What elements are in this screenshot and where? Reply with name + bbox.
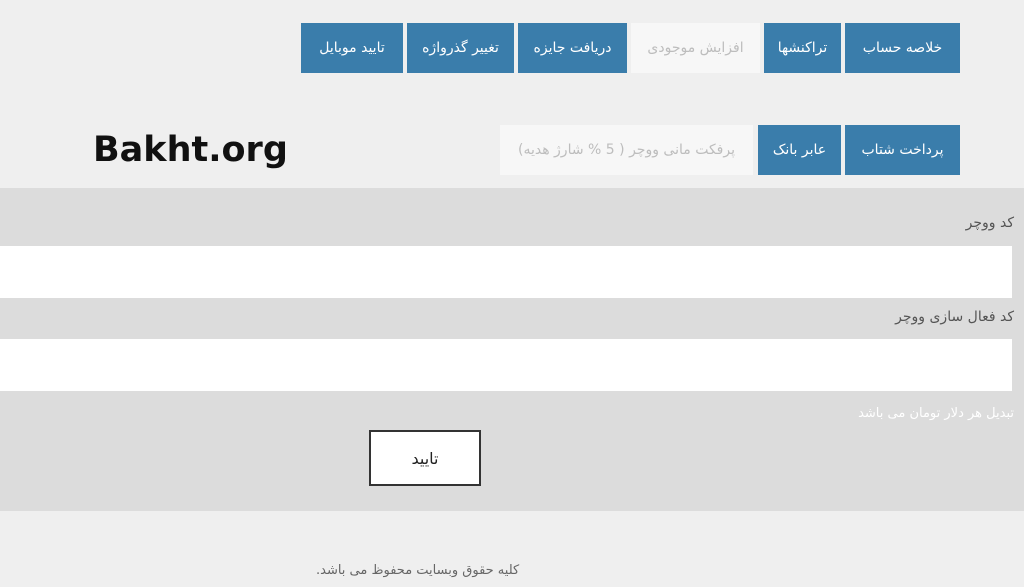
- tab-transactions[interactable]: تراکنشها: [764, 23, 841, 73]
- exchange-rate-note: تبدیل هر دلار تومان می باشد: [858, 406, 1014, 421]
- tab-get-prize[interactable]: دریافت جایزه: [518, 23, 627, 73]
- activation-code-input[interactable]: [0, 339, 1012, 391]
- site-logo: Bakht.org: [93, 130, 288, 170]
- tab-perfect-money-voucher[interactable]: پرفکت مانی ووچر ( 5 % شارژ هدیه): [500, 125, 753, 175]
- tab-verify-mobile[interactable]: تایید موبایل: [301, 23, 403, 73]
- activation-code-label: کد فعال سازی ووچر: [895, 309, 1014, 325]
- tab-change-password[interactable]: تغییر گذرواژه: [407, 23, 514, 73]
- tab-shetab-payment[interactable]: پرداخت شتاب: [845, 125, 960, 175]
- voucher-code-label: کد ووچر: [965, 215, 1014, 231]
- voucher-code-input[interactable]: [0, 246, 1012, 298]
- tab-increase-balance[interactable]: افزایش موجودی: [631, 23, 760, 73]
- voucher-form: کد ووچر کد فعال سازی ووچر تبدیل هر دلار …: [0, 188, 1024, 511]
- footer-copyright: کلیه حقوق وبسایت محفوظ می باشد.: [316, 563, 520, 578]
- tab-account-summary[interactable]: خلاصه حساب: [845, 23, 960, 73]
- submit-button[interactable]: تایید: [369, 430, 481, 486]
- tab-atm[interactable]: عابر بانک: [758, 125, 841, 175]
